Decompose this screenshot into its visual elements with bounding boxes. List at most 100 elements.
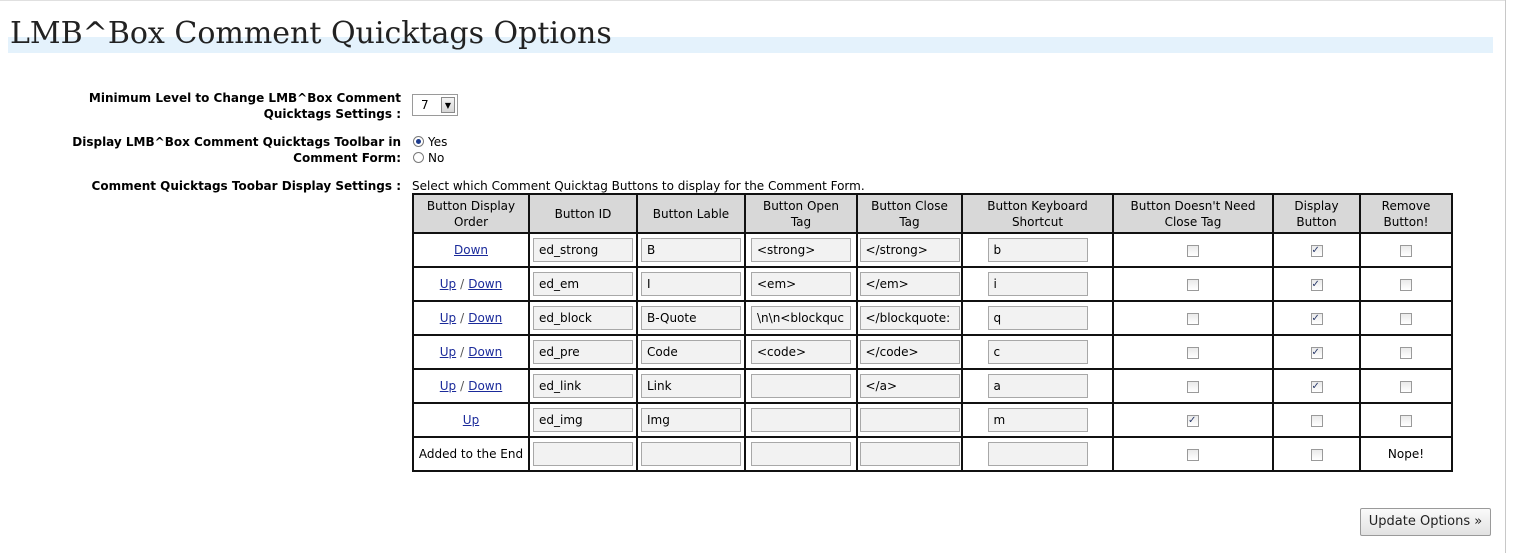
display-button-checkbox[interactable] xyxy=(1310,312,1323,325)
button-label-input[interactable]: I xyxy=(641,272,741,296)
header-remove-button: Remove Button! xyxy=(1359,193,1453,234)
close-tag-input-cell: </em> xyxy=(856,266,963,302)
remove-button-checkbox[interactable] xyxy=(1400,312,1412,325)
remove-button-checkbox[interactable] xyxy=(1400,244,1412,257)
remove-button-checkbox[interactable] xyxy=(1400,278,1412,291)
chevron-down-icon[interactable]: ▼ xyxy=(441,97,455,113)
move-up-link[interactable]: Up xyxy=(440,379,456,393)
radio-no[interactable] xyxy=(413,152,424,163)
header-no-close-tag: Button Doesn't Need Close Tag xyxy=(1112,193,1274,234)
no-close-tag-checkbox-cell xyxy=(1112,300,1274,336)
shortcut-input-cell: b xyxy=(961,232,1114,268)
new-button-id-input[interactable] xyxy=(533,442,633,466)
open-tag-input[interactable] xyxy=(751,408,851,432)
close-tag-input-cell xyxy=(856,402,963,438)
move-up-link[interactable]: Up xyxy=(440,277,456,291)
new-open-tag-input[interactable] xyxy=(751,442,851,466)
display-button-checkbox-cell xyxy=(1272,266,1361,302)
new-shortcut-input[interactable] xyxy=(987,442,1088,466)
new-button-label-input[interactable] xyxy=(641,442,741,466)
button-label-input[interactable]: Link xyxy=(641,374,741,398)
open-tag-input[interactable]: <code> xyxy=(751,340,851,364)
new-shortcut-input-cell xyxy=(961,436,1114,472)
display-button-checkbox[interactable] xyxy=(1310,278,1323,291)
no-close-tag-checkbox[interactable] xyxy=(1187,312,1199,325)
shortcut-input-cell: c xyxy=(961,334,1114,370)
nope-text: Nope! xyxy=(1387,447,1425,461)
display-button-checkbox-cell xyxy=(1272,368,1361,404)
close-tag-input[interactable] xyxy=(859,408,960,432)
shortcut-input[interactable]: q xyxy=(987,306,1088,330)
no-close-tag-checkbox[interactable] xyxy=(1187,346,1199,359)
table-row: Up / Down ed_pre Code <code> </code> c xyxy=(412,334,1453,370)
button-label-input[interactable]: Img xyxy=(641,408,741,432)
move-up-link[interactable]: Up xyxy=(440,345,456,359)
move-down-link[interactable]: Down xyxy=(468,311,502,325)
shortcut-input[interactable]: i xyxy=(987,272,1088,296)
radio-yes[interactable] xyxy=(413,136,424,147)
remove-button-checkbox[interactable] xyxy=(1400,414,1412,427)
open-tag-input[interactable] xyxy=(751,374,851,398)
remove-button-checkbox[interactable] xyxy=(1400,346,1412,359)
new-display-button-checkbox-cell xyxy=(1272,436,1361,472)
shortcut-input[interactable]: a xyxy=(987,374,1088,398)
shortcut-input[interactable]: m xyxy=(987,408,1088,432)
order-separator: / xyxy=(460,345,465,359)
update-options-button[interactable]: Update Options » xyxy=(1360,508,1491,536)
added-to-end-text: Added to the End xyxy=(418,447,524,461)
remove-button-checkbox-cell xyxy=(1359,232,1453,268)
new-no-close-tag-checkbox[interactable] xyxy=(1187,448,1199,461)
button-label-input[interactable]: Code xyxy=(641,340,741,364)
shortcut-input[interactable]: b xyxy=(987,238,1088,262)
close-tag-input[interactable]: </code> xyxy=(859,340,960,364)
no-close-tag-checkbox-cell xyxy=(1112,232,1274,268)
new-display-button-checkbox[interactable] xyxy=(1310,448,1323,461)
button-id-input[interactable]: ed_pre xyxy=(533,340,633,364)
no-close-tag-checkbox[interactable] xyxy=(1187,414,1199,427)
open-tag-input[interactable]: \n\n<blockquc xyxy=(751,306,851,330)
open-tag-input[interactable]: <em> xyxy=(751,272,851,296)
move-down-link[interactable]: Down xyxy=(468,379,502,393)
radio-no-option[interactable]: No xyxy=(413,150,444,166)
radio-yes-option[interactable]: Yes xyxy=(413,134,447,150)
button-id-input[interactable]: ed_strong xyxy=(533,238,633,262)
button-label-input-cell: Img xyxy=(636,402,746,438)
no-close-tag-checkbox[interactable] xyxy=(1187,278,1199,291)
move-down-link[interactable]: Down xyxy=(468,277,502,291)
button-id-input[interactable]: ed_em xyxy=(533,272,633,296)
button-id-input[interactable]: ed_img xyxy=(533,408,633,432)
close-tag-input-cell: </a> xyxy=(856,368,963,404)
close-tag-input[interactable]: </a> xyxy=(859,374,960,398)
new-close-tag-input-cell xyxy=(856,436,963,472)
remove-button-checkbox-cell xyxy=(1359,368,1453,404)
shortcut-input[interactable]: c xyxy=(987,340,1088,364)
button-label-input[interactable]: B-Quote xyxy=(641,306,741,330)
move-up-link[interactable]: Up xyxy=(440,311,456,325)
header-display-button: Display Button xyxy=(1272,193,1361,234)
no-close-tag-checkbox[interactable] xyxy=(1187,244,1199,257)
header-close-tag: Button Close Tag xyxy=(856,193,963,234)
close-tag-input[interactable]: </strong> xyxy=(859,238,960,262)
new-close-tag-input[interactable] xyxy=(859,442,960,466)
open-tag-input[interactable]: <strong> xyxy=(751,238,851,262)
display-button-checkbox[interactable] xyxy=(1310,244,1323,257)
close-tag-input[interactable]: </blockquote: xyxy=(859,306,960,330)
button-id-input[interactable]: ed_link xyxy=(533,374,633,398)
display-button-checkbox[interactable] xyxy=(1310,380,1323,393)
min-level-select[interactable]: 7 ▼ xyxy=(412,94,458,116)
display-button-checkbox-cell xyxy=(1272,300,1361,336)
display-button-checkbox[interactable] xyxy=(1310,346,1323,359)
display-button-checkbox-cell xyxy=(1272,232,1361,268)
remove-button-checkbox[interactable] xyxy=(1400,380,1412,393)
new-open-tag-input-cell xyxy=(744,436,858,472)
move-down-link[interactable]: Down xyxy=(454,243,488,257)
table-row: Up / Down ed_link Link </a> a xyxy=(412,368,1453,404)
move-down-link[interactable]: Down xyxy=(468,345,502,359)
no-close-tag-checkbox-cell xyxy=(1112,368,1274,404)
button-label-input[interactable]: B xyxy=(641,238,741,262)
no-close-tag-checkbox[interactable] xyxy=(1187,380,1199,393)
button-id-input[interactable]: ed_block xyxy=(533,306,633,330)
close-tag-input[interactable]: </em> xyxy=(859,272,960,296)
move-up-link[interactable]: Up xyxy=(463,413,479,427)
display-button-checkbox[interactable] xyxy=(1310,414,1323,427)
